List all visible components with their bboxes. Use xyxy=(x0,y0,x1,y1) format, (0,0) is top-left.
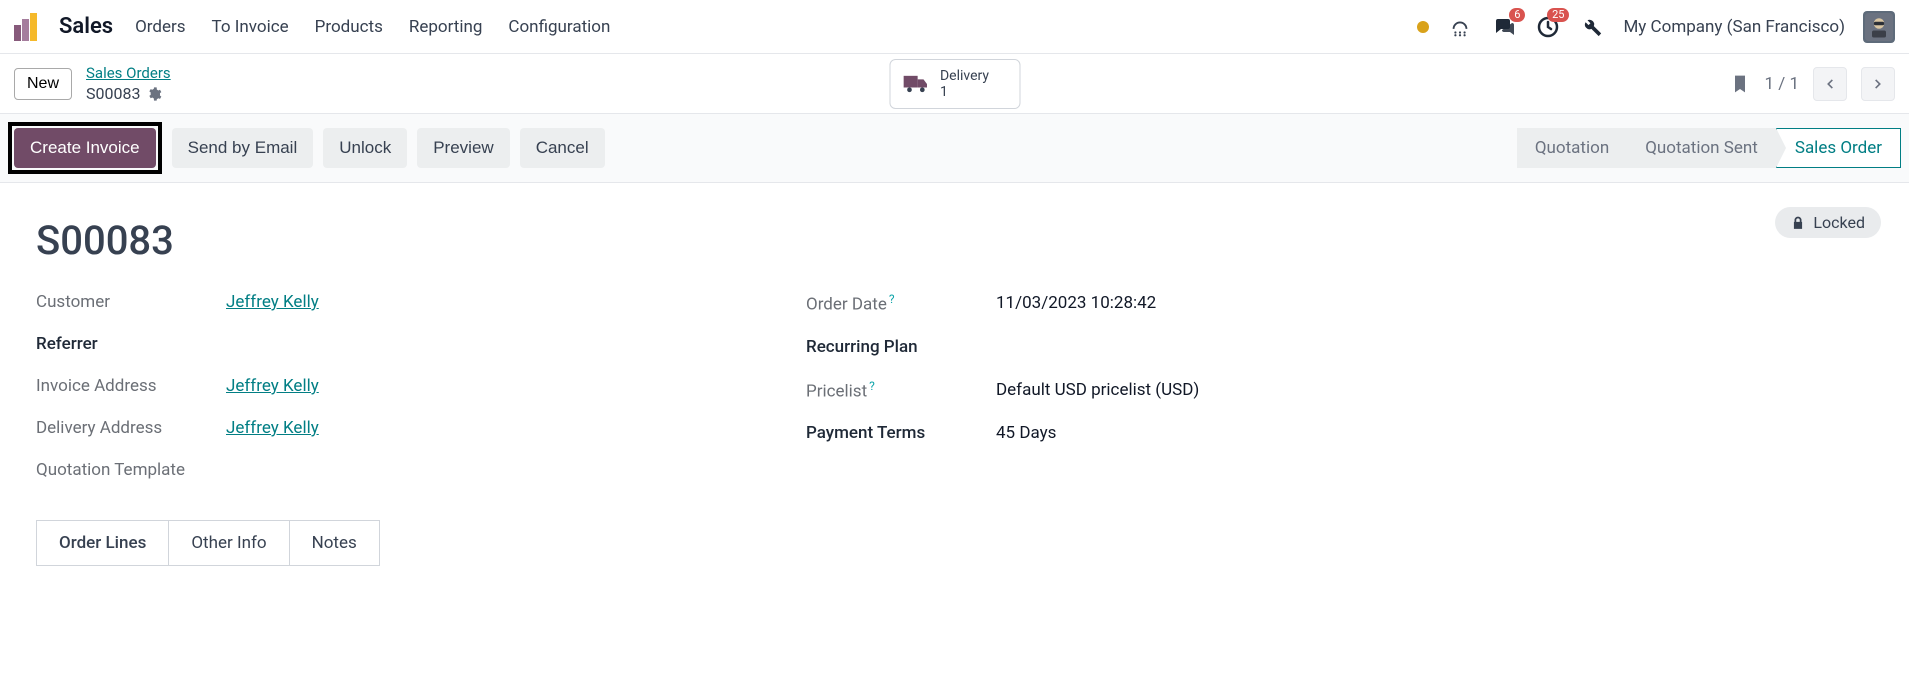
notebook-tabs: Order Lines Other Info Notes xyxy=(36,520,380,566)
messages-icon[interactable]: 6 xyxy=(1491,14,1517,40)
pager-text: 1 / 1 xyxy=(1764,74,1799,94)
field-order-date: Order Date? 11/03/2023 10:28:42 xyxy=(806,292,1516,315)
control-panel: New Sales Orders S00083 Delivery 1 1 / 1 xyxy=(0,54,1909,113)
help-icon[interactable]: ? xyxy=(869,379,875,393)
menu-to-invoice[interactable]: To Invoice xyxy=(212,17,289,37)
breadcrumb-parent[interactable]: Sales Orders xyxy=(86,64,171,82)
bookmark-icon[interactable] xyxy=(1730,73,1750,95)
messages-badge: 6 xyxy=(1509,8,1525,22)
locked-text: Locked xyxy=(1813,213,1865,232)
menu-configuration[interactable]: Configuration xyxy=(508,17,610,37)
menu-products[interactable]: Products xyxy=(315,17,383,37)
topbar-right: 6 25 My Company (San Francisco) xyxy=(1417,11,1895,43)
field-payment-terms: Payment Terms 45 Days xyxy=(806,423,1516,443)
tools-icon[interactable] xyxy=(1579,14,1605,40)
menu-reporting[interactable]: Reporting xyxy=(409,17,483,37)
activities-badge: 25 xyxy=(1547,8,1569,22)
preview-button[interactable]: Preview xyxy=(417,128,509,168)
status-bar: Quotation Quotation Sent Sales Order xyxy=(1517,128,1901,168)
delivery-stat-button[interactable]: Delivery 1 xyxy=(889,59,1020,109)
field-pricelist: Pricelist? Default USD pricelist (USD) xyxy=(806,379,1516,402)
pager: 1 / 1 xyxy=(1730,67,1895,101)
delivery-address-label: Delivery Address xyxy=(36,418,206,438)
new-button[interactable]: New xyxy=(14,68,72,100)
pager-next-button[interactable] xyxy=(1861,67,1895,101)
locked-badge: Locked xyxy=(1775,207,1881,238)
create-invoice-highlight: Create Invoice xyxy=(8,122,162,174)
chevron-left-icon xyxy=(1823,77,1837,91)
invoice-address-label: Invoice Address xyxy=(36,376,206,396)
help-icon[interactable]: ? xyxy=(889,292,895,306)
tab-notes[interactable]: Notes xyxy=(290,521,379,565)
tab-order-lines[interactable]: Order Lines xyxy=(37,521,169,565)
app-title[interactable]: Sales xyxy=(59,14,113,39)
lock-icon xyxy=(1791,216,1805,230)
delivery-label: Delivery xyxy=(940,68,989,84)
send-email-button[interactable]: Send by Email xyxy=(172,128,314,168)
customer-value[interactable]: Jeffrey Kelly xyxy=(226,292,319,312)
status-quotation[interactable]: Quotation xyxy=(1517,128,1627,168)
quotation-template-label: Quotation Template xyxy=(36,460,206,480)
field-customer: Customer Jeffrey Kelly xyxy=(36,292,746,312)
top-menu: Orders To Invoice Products Reporting Con… xyxy=(135,17,610,37)
field-delivery-address: Delivery Address Jeffrey Kelly xyxy=(36,418,746,438)
payment-terms-value: 45 Days xyxy=(996,423,1056,443)
order-date-value: 11/03/2023 10:28:42 xyxy=(996,293,1156,313)
truck-icon xyxy=(902,73,930,95)
unlock-button[interactable]: Unlock xyxy=(323,128,407,168)
status-quotation-sent[interactable]: Quotation Sent xyxy=(1627,128,1776,168)
field-quotation-template: Quotation Template xyxy=(36,460,746,480)
delivery-count: 1 xyxy=(940,84,989,100)
company-switcher[interactable]: My Company (San Francisco) xyxy=(1623,17,1845,37)
gear-icon[interactable] xyxy=(146,86,162,102)
form-sheet: Locked S00083 Customer Jeffrey Kelly Ref… xyxy=(0,183,1909,600)
pricelist-value: Default USD pricelist (USD) xyxy=(996,380,1199,400)
status-sales-order[interactable]: Sales Order xyxy=(1776,128,1901,168)
create-invoice-button[interactable]: Create Invoice xyxy=(14,128,156,168)
top-navbar: Sales Orders To Invoice Products Reporti… xyxy=(0,0,1909,54)
app-logo-icon xyxy=(14,13,37,41)
tab-other-info[interactable]: Other Info xyxy=(169,521,289,565)
activities-icon[interactable]: 25 xyxy=(1535,14,1561,40)
pager-prev-button[interactable] xyxy=(1813,67,1847,101)
dialpad-icon[interactable] xyxy=(1447,14,1473,40)
field-recurring-plan: Recurring Plan xyxy=(806,337,1516,357)
action-bar: Create Invoice Send by Email Unlock Prev… xyxy=(0,113,1909,183)
user-avatar[interactable] xyxy=(1863,11,1895,43)
referrer-label: Referrer xyxy=(36,334,206,354)
record-title: S00083 xyxy=(36,217,1873,264)
recurring-plan-label: Recurring Plan xyxy=(806,337,976,357)
status-dot-icon xyxy=(1417,21,1429,33)
breadcrumb-current: S00083 xyxy=(86,84,140,103)
customer-label: Customer xyxy=(36,292,206,312)
field-referrer: Referrer xyxy=(36,334,746,354)
order-date-label: Order Date? xyxy=(806,292,976,315)
form-grid: Customer Jeffrey Kelly Referrer Invoice … xyxy=(36,292,1516,480)
chevron-right-icon xyxy=(1871,77,1885,91)
cancel-button[interactable]: Cancel xyxy=(520,128,605,168)
pricelist-label: Pricelist? xyxy=(806,379,976,402)
delivery-address-value[interactable]: Jeffrey Kelly xyxy=(226,418,319,438)
invoice-address-value[interactable]: Jeffrey Kelly xyxy=(226,376,319,396)
menu-orders[interactable]: Orders xyxy=(135,17,185,37)
payment-terms-label: Payment Terms xyxy=(806,423,976,443)
field-invoice-address: Invoice Address Jeffrey Kelly xyxy=(36,376,746,396)
breadcrumb: Sales Orders S00083 xyxy=(86,64,171,103)
